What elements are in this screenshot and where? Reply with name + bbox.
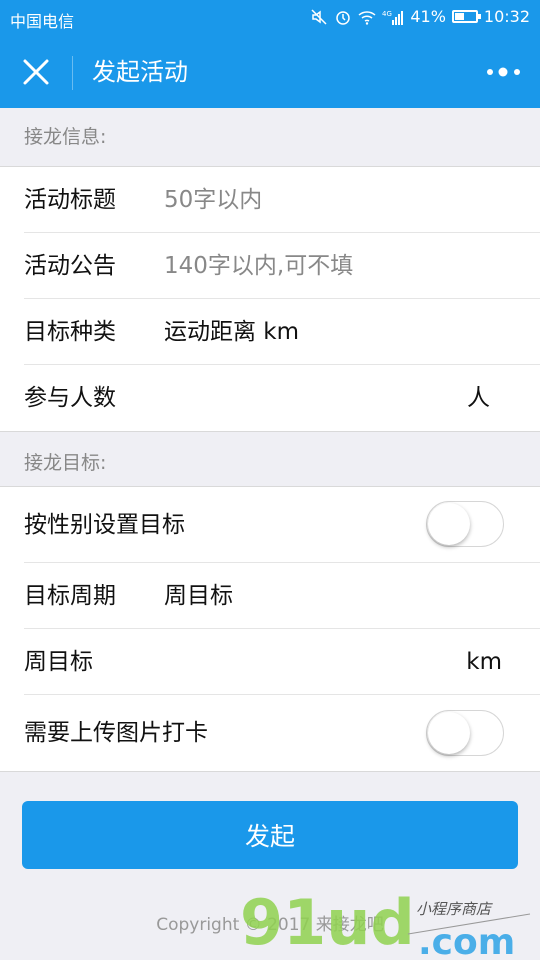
status-icons: 4G 41% 10:32 [310,7,530,26]
activity-title-label: 活动标题 [24,187,116,213]
battery-percent: 41% [410,7,446,26]
weekly-target-label: 周目标 [24,649,93,675]
mute-icon [311,8,327,25]
target-type-row[interactable]: 目标种类 运动距离 km [24,299,540,365]
weekly-target-unit: km [466,649,502,675]
gender-target-toggle[interactable] [426,501,504,547]
clock: 10:32 [483,7,530,26]
wifi-icon [358,10,376,25]
page-title: 发起活动 [92,58,188,86]
participants-row: 参与人数 人 [24,365,540,431]
activity-title-input[interactable] [164,181,504,219]
toggle-knob [428,503,470,545]
activity-notice-input[interactable] [164,247,504,285]
nav-bar: 发起活动 [0,36,540,108]
target-period-value[interactable]: 周目标 [164,563,233,629]
participants-label: 参与人数 [24,385,116,411]
activity-notice-row: 活动公告 [24,233,540,299]
carrier-name: 中国电信 [10,12,75,31]
battery-fill [454,13,464,20]
participants-unit: 人 [467,385,490,411]
activity-notice-label: 活动公告 [24,253,116,279]
gender-target-row: 按性别设置目标 [24,487,540,563]
submit-button[interactable]: 发起 [22,801,518,869]
weekly-target-input[interactable] [164,643,464,681]
upload-photo-toggle[interactable] [426,710,504,756]
signal-icon: 4G [382,10,404,25]
status-bar: 中国电信 4G 41% 10:32 [0,0,540,36]
toggle-knob [428,712,470,754]
target-period-row[interactable]: 目标周期 周目标 [24,563,540,629]
upload-photo-row: 需要上传图片打卡 [24,695,540,771]
close-icon[interactable] [20,56,52,88]
more-icon[interactable] [486,62,522,82]
svg-text:4G: 4G [382,10,392,18]
section-target-label: 接龙目标: [24,452,107,474]
battery-icon [451,10,481,23]
target-group: 按性别设置目标 目标周期 周目标 周目标 km 需要上传图片打卡 [0,486,540,772]
target-period-label: 目标周期 [24,583,116,609]
target-type-value[interactable]: 运动距离 km [164,299,299,365]
info-group: 活动标题 活动公告 目标种类 运动距离 km 参与人数 人 [0,166,540,432]
section-info-label: 接龙信息: [24,126,107,148]
activity-title-row: 活动标题 [24,167,540,233]
copyright-text: Copyright © 2017 来接龙吧 [156,915,384,935]
target-type-label: 目标种类 [24,319,116,345]
gender-target-label: 按性别设置目标 [24,512,185,538]
weekly-target-row: 周目标 km [24,629,540,695]
upload-photo-label: 需要上传图片打卡 [24,720,208,746]
participants-input[interactable] [164,379,464,417]
nav-divider [72,56,73,90]
alarm-icon [336,10,351,25]
